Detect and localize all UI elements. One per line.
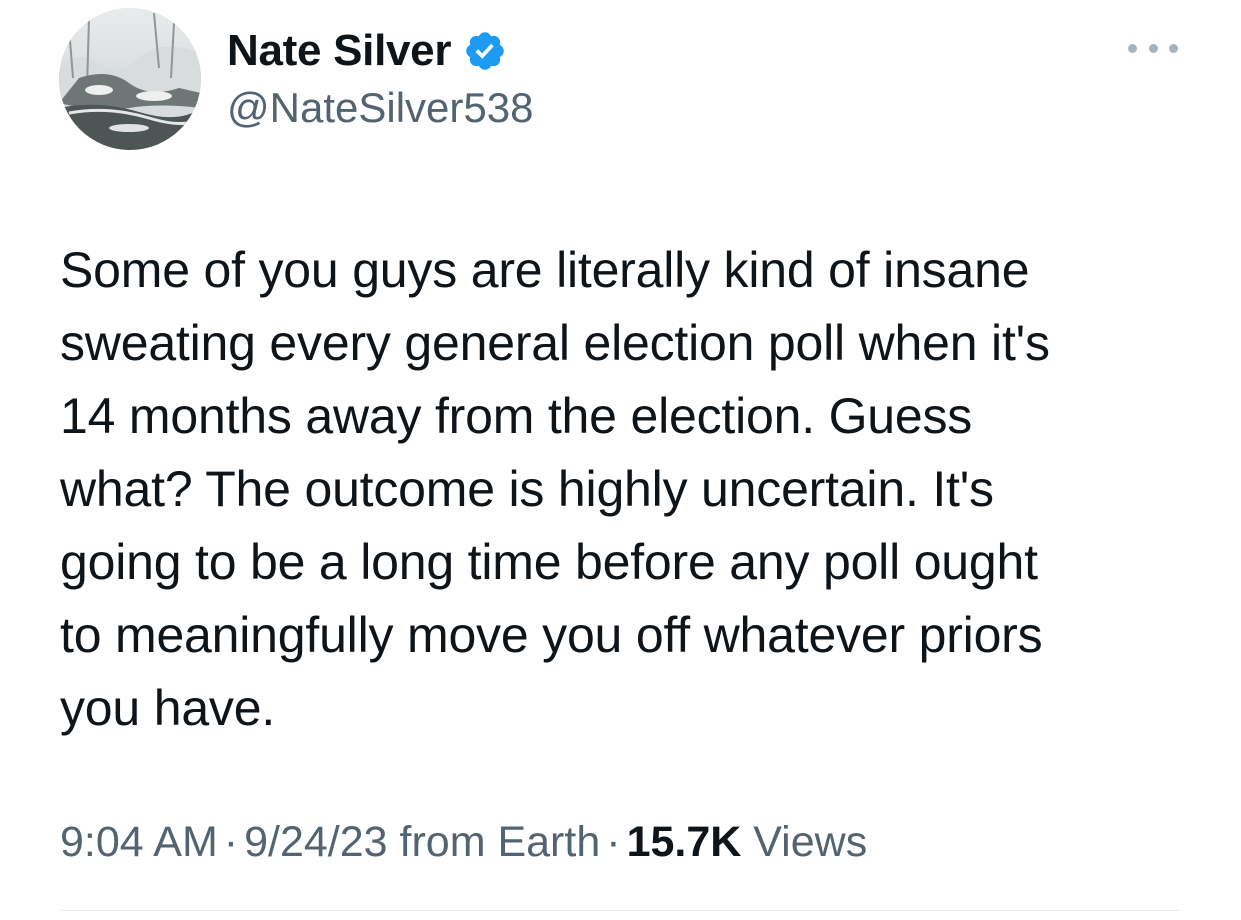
more-dot <box>1148 43 1158 53</box>
tweet-text-line: to meaningfully move you off whatever pr… <box>60 607 1043 663</box>
divider <box>60 910 1180 911</box>
avatar-image <box>59 8 201 150</box>
tweet-text-line: Some of you guys are literally kind of i… <box>60 242 1030 298</box>
author-handle[interactable]: @NateSilver538 <box>227 84 533 132</box>
tweet-text: Some of you guys are literally kind of i… <box>60 234 1190 745</box>
meta-separator: · <box>606 818 621 866</box>
more-horizontal-icon[interactable] <box>1128 30 1178 66</box>
more-dot <box>1128 43 1137 53</box>
views-label: Views <box>753 818 868 866</box>
tweet-meta: 9:04 AM · 9/24/23 from Earth · 15.7K Views <box>60 818 867 867</box>
tweet-text-line: 14 months away from the election. Guess <box>60 388 973 444</box>
tweet-card: Nate Silver @NateSilver538 Some of you g… <box>0 0 1241 920</box>
more-dot <box>1169 43 1178 53</box>
tweet-text-line: you have. <box>60 680 276 736</box>
tweet-text-line: going to be a long time before any poll … <box>60 534 1038 590</box>
verified-badge-icon <box>463 29 507 73</box>
tweet-date-source[interactable]: 9/24/23 from Earth <box>244 818 600 866</box>
author-name-row[interactable]: Nate Silver <box>227 22 507 80</box>
tweet-text-line: sweating every general election poll whe… <box>60 315 1050 371</box>
views-count: 15.7K <box>626 818 742 866</box>
author-display-name[interactable]: Nate Silver <box>227 26 451 76</box>
meta-separator: · <box>223 818 239 866</box>
tweet-time[interactable]: 9:04 AM <box>60 818 218 866</box>
tweet-text-line: what? The outcome is highly uncertain. I… <box>60 461 994 517</box>
avatar[interactable] <box>59 8 201 150</box>
